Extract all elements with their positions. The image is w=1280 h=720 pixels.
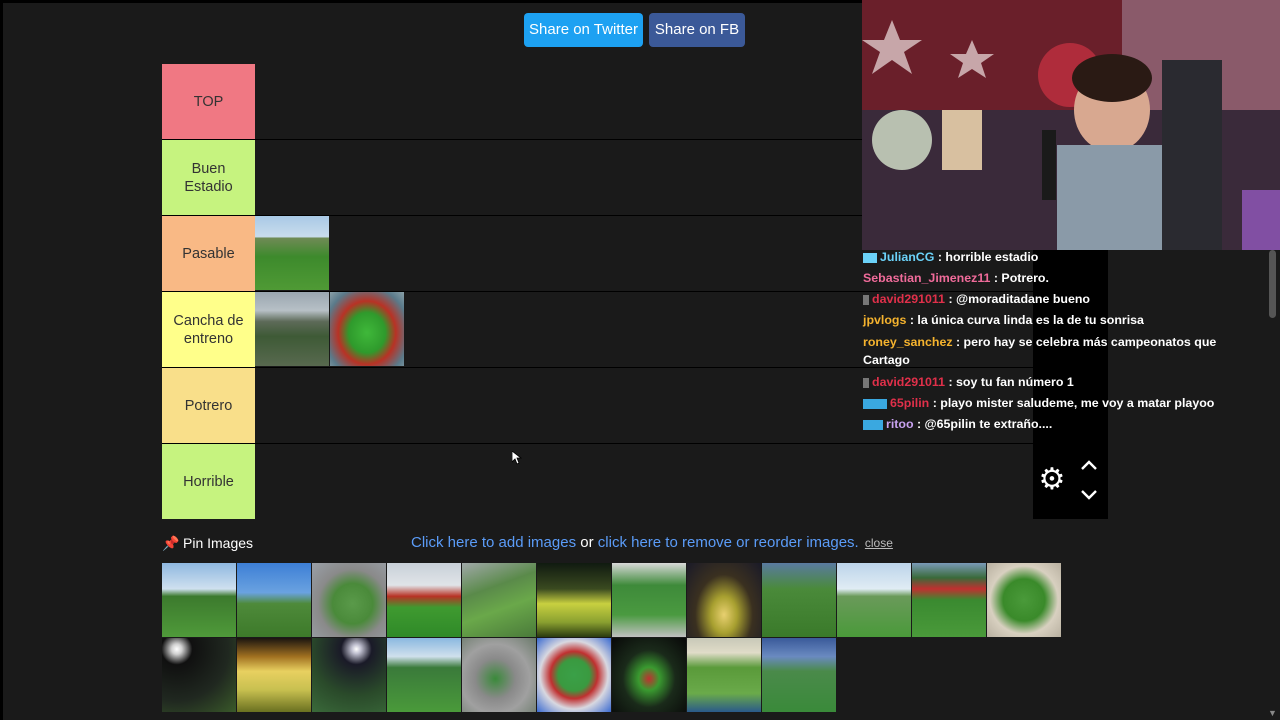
tier-drop-zone[interactable] — [255, 444, 1033, 519]
add-images-link[interactable]: Click here to add images — [411, 534, 576, 551]
stadium-image[interactable] — [387, 638, 461, 712]
chat-username: david291011 — [872, 375, 946, 389]
chat-username: JulianCG — [880, 250, 935, 264]
chat-message: ritoo : @65pilin te extraño.... — [863, 417, 1052, 431]
stadium-image[interactable] — [912, 563, 986, 637]
chat-text: : @moraditadane bueno — [945, 292, 1090, 306]
chat-message: JulianCG : horrible estadio — [863, 250, 1038, 264]
gear-icon[interactable]: ⚙ — [1037, 465, 1067, 495]
chat-message: jpvlogs : la única curva linda es la de … — [863, 313, 1144, 327]
chat-username: jpvlogs — [863, 313, 907, 327]
stadium-image[interactable] — [330, 292, 404, 366]
streamer-webcam — [862, 0, 1280, 250]
stadium-image[interactable] — [387, 563, 461, 637]
share-twitter-button[interactable]: Share on Twitter — [524, 13, 643, 47]
chat-username: ritoo — [886, 417, 914, 431]
badge-icon — [863, 252, 877, 263]
stadium-image[interactable] — [312, 563, 386, 637]
pin-images-label[interactable]: Pin Images — [183, 535, 253, 551]
chat-text: : horrible estadio — [934, 250, 1039, 264]
share-fb-button[interactable]: Share on FB — [649, 13, 745, 47]
stadium-image[interactable] — [612, 563, 686, 637]
stadium-image[interactable] — [255, 216, 329, 290]
stadium-image[interactable] — [462, 563, 536, 637]
badge-icon — [863, 377, 869, 388]
mouse-cursor-icon — [512, 451, 523, 465]
chat-username: david291011 — [872, 292, 946, 306]
close-link[interactable]: close — [865, 536, 893, 550]
tier-label[interactable]: TOP — [162, 64, 255, 139]
pin-icon: 📌 — [162, 535, 180, 551]
stadium-image[interactable] — [237, 638, 311, 712]
scrollbar-thumb[interactable] — [1269, 250, 1276, 318]
stadium-image[interactable] — [762, 638, 836, 712]
tier-label[interactable]: Pasable — [162, 216, 255, 291]
stadium-image[interactable] — [237, 563, 311, 637]
badge-icon — [863, 294, 869, 305]
chat-text: : la única curva linda es la de tu sonri… — [906, 313, 1144, 327]
tier-row: Horrible ⚙ — [162, 443, 1108, 519]
scrollbar[interactable]: ▼ — [1265, 250, 1280, 720]
chat-username: 65pilin — [890, 396, 930, 410]
tier-label[interactable]: Horrible — [162, 444, 255, 519]
stadium-image[interactable] — [762, 563, 836, 637]
stadium-image[interactable] — [537, 563, 611, 637]
stadium-image[interactable] — [312, 638, 386, 712]
stadium-image[interactable] — [162, 563, 236, 637]
chat-text: : pero hay se celebra más campeonatos qu… — [952, 335, 1217, 349]
tier-label[interactable]: Potrero — [162, 368, 255, 443]
chat-message: david291011 : @moraditadane bueno — [863, 292, 1090, 306]
badge-icon — [863, 419, 883, 430]
tier-label[interactable]: Cancha de entreno — [162, 292, 255, 367]
chat-overlay: JulianCG : horrible estadio Sebastian_Ji… — [860, 250, 1216, 440]
stadium-image[interactable] — [537, 638, 611, 712]
badge-icon — [863, 398, 887, 409]
chat-text: : playo mister saludeme, me voy a matar … — [929, 396, 1215, 410]
stadium-image[interactable] — [612, 638, 686, 712]
stadium-image[interactable] — [837, 563, 911, 637]
stadium-image[interactable] — [162, 638, 236, 712]
stadium-image[interactable] — [255, 292, 329, 366]
chat-message: david291011 : soy tu fan número 1 — [863, 375, 1074, 389]
stadium-image[interactable] — [687, 638, 761, 712]
chevron-up-icon[interactable] — [1079, 457, 1099, 473]
stadium-image[interactable] — [687, 563, 761, 637]
chat-text: Cartago — [863, 353, 910, 367]
chat-text: : @65pilin te extraño.... — [913, 417, 1053, 431]
or-text: or — [576, 534, 598, 551]
stadium-image[interactable] — [462, 638, 536, 712]
chat-text: : Potrero. — [990, 271, 1049, 285]
chat-message: roney_sanchez : pero hay se celebra más … — [863, 335, 1216, 349]
chat-username: roney_sanchez — [863, 335, 953, 349]
chat-message: 65pilin : playo mister saludeme, me voy … — [863, 396, 1214, 410]
chat-message: Cartago — [863, 353, 910, 367]
scroll-down-arrow-icon[interactable]: ▼ — [1268, 708, 1277, 718]
stadium-image[interactable] — [987, 563, 1061, 637]
tier-label[interactable]: Buen Estadio — [162, 140, 255, 215]
chat-text: : soy tu fan número 1 — [945, 375, 1074, 389]
chat-message: Sebastian_Jimenez11 : Potrero. — [863, 271, 1049, 285]
chevron-down-icon[interactable] — [1079, 487, 1099, 503]
chat-username: Sebastian_Jimenez11 — [863, 271, 991, 285]
pin-images-bar: 📌 Pin Images Click here to add images or… — [162, 533, 1108, 555]
reorder-images-link[interactable]: click here to remove or reorder images. — [598, 534, 859, 551]
tier-controls: ⚙ — [1033, 444, 1108, 519]
image-help-text: Click here to add images or click here t… — [411, 534, 893, 551]
